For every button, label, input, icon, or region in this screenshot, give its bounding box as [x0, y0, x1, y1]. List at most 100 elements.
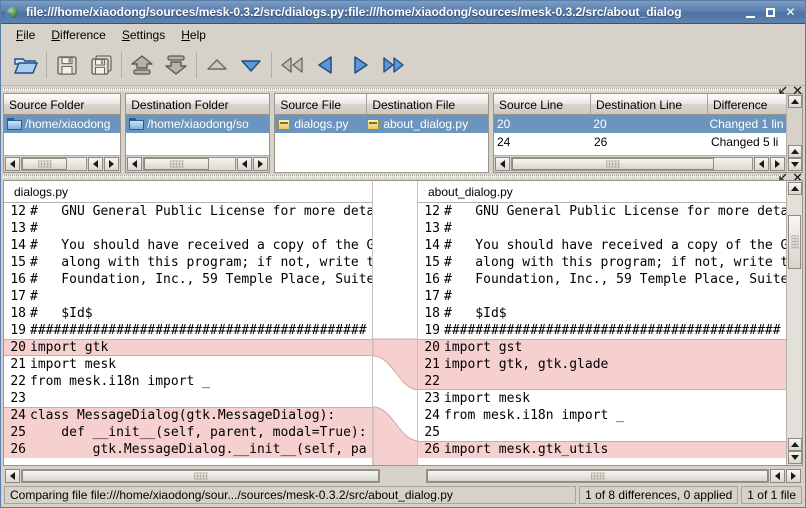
scroll-left-button[interactable]: [127, 157, 143, 171]
scroll-up-button-2[interactable]: [787, 438, 802, 451]
previous-difference-button[interactable]: [309, 48, 343, 82]
table-row[interactable]: dialogs.py about_dialog.py: [275, 115, 488, 133]
first-difference-button[interactable]: [275, 48, 309, 82]
scroll-left-button-2[interactable]: [754, 157, 770, 171]
scroll-right-button[interactable]: [770, 157, 786, 171]
close-icon[interactable]: ✕: [792, 85, 803, 98]
status-differences: 1 of 8 differences, 0 applied: [579, 486, 739, 504]
diff-panel-grip[interactable]: ✕: [1, 172, 805, 185]
scroll-up-button-2[interactable]: [787, 145, 802, 158]
lists-panel-grip[interactable]: ✕: [1, 85, 805, 98]
scroll-up-button[interactable]: [787, 182, 802, 195]
menu-bar: File Difference Settings Help: [1, 24, 805, 45]
column-header-destination-line[interactable]: Destination Line: [591, 94, 708, 114]
line-text: from mesk.i18n import _: [444, 408, 625, 423]
code-line: 14 # You should have received a copy of t…: [418, 237, 786, 254]
detach-icon[interactable]: [777, 85, 789, 97]
list-item[interactable]: /home/xiaodong: [4, 115, 121, 133]
line-number: 23: [424, 391, 440, 406]
menu-help[interactable]: Help: [174, 26, 215, 44]
status-message: Comparing file file:///home/xiaodong/sou…: [4, 486, 577, 504]
scroll-thumb[interactable]: [511, 158, 715, 170]
column-header-difference[interactable]: Difference: [708, 94, 786, 114]
last-difference-button[interactable]: [377, 48, 411, 82]
scroll-thumb[interactable]: [427, 470, 768, 482]
column-header-source-folder[interactable]: Source Folder: [4, 94, 120, 114]
menu-difference[interactable]: Difference: [44, 26, 114, 44]
scroll-right-button[interactable]: [253, 157, 269, 171]
maximize-button[interactable]: [763, 5, 778, 20]
destination-file-name: about_dialog.py: [383, 117, 469, 131]
menu-settings-label: ettings: [129, 27, 166, 42]
next-file-button[interactable]: [234, 48, 268, 82]
scroll-left-button[interactable]: [5, 469, 20, 483]
source-code-view[interactable]: 12 # GNU General Public License for more …: [4, 203, 372, 465]
scroll-right-button[interactable]: [104, 157, 120, 171]
column-header-destination-folder[interactable]: Destination Folder: [126, 94, 269, 114]
menu-settings[interactable]: Settings: [115, 26, 174, 44]
destination-folder-hscrollbar[interactable]: [126, 155, 270, 172]
line-number: 13: [424, 221, 440, 236]
scroll-thumb[interactable]: [22, 470, 379, 482]
scroll-left-button-2[interactable]: [88, 157, 104, 171]
save-button[interactable]: [50, 48, 84, 82]
differences-hscrollbar[interactable]: [493, 155, 787, 172]
line-text: def __init__(self, parent, modal=True):: [30, 425, 367, 440]
menu-file[interactable]: File: [9, 26, 44, 44]
destination-code-hscrollbar[interactable]: [426, 468, 801, 484]
scroll-track[interactable]: [426, 469, 769, 483]
code-line: 16 # Foundation, Inc., 59 Temple Place, S…: [418, 271, 786, 288]
scroll-track[interactable]: [510, 157, 754, 171]
differences-vscrollbar[interactable]: [786, 94, 803, 172]
save-as-icon: [90, 55, 112, 75]
differences-body: 20 20 Changed 1 lin 24 26 Changed 5 li: [493, 115, 787, 155]
scroll-track[interactable]: [21, 157, 88, 171]
files-body: dialogs.py about_dialog.py: [275, 115, 488, 172]
destination-folder-path: /home/xiaodong/so: [147, 117, 249, 131]
code-line: 17 #: [418, 288, 786, 305]
scroll-left-button-2[interactable]: [770, 469, 785, 483]
destination-folder-list: Destination Folder /home/xiaodong/so: [125, 93, 271, 173]
scroll-down-button[interactable]: [787, 451, 802, 464]
line-text: # $Id$: [444, 306, 507, 321]
apply-up-button[interactable]: [125, 48, 159, 82]
apply-down-button[interactable]: [159, 48, 193, 82]
list-item[interactable]: /home/xiaodong/so: [126, 115, 270, 133]
code-hscrollbars: [3, 466, 803, 485]
files-header-row: Source File Destination File: [275, 94, 488, 115]
scroll-left-button[interactable]: [5, 157, 20, 171]
code-line-diff: 21 import gtk, gtk.glade: [418, 356, 786, 373]
scroll-left-button[interactable]: [494, 157, 510, 171]
scroll-track[interactable]: [21, 469, 380, 483]
scroll-thumb[interactable]: [144, 158, 210, 170]
scroll-right-button[interactable]: [786, 469, 801, 483]
close-button[interactable]: ✕: [783, 5, 798, 20]
previous-file-button[interactable]: [200, 48, 234, 82]
scroll-track[interactable]: [143, 157, 237, 171]
next-difference-button[interactable]: [343, 48, 377, 82]
status-files: 1 of 1 file: [741, 486, 802, 504]
save-as-button[interactable]: [84, 48, 118, 82]
scroll-down-button[interactable]: [787, 158, 802, 171]
table-row[interactable]: 24 26 Changed 5 li: [494, 133, 786, 151]
column-header-destination-file[interactable]: Destination File: [367, 94, 488, 114]
column-header-source-file[interactable]: Source File: [275, 94, 368, 114]
apply-up-icon: [131, 55, 153, 75]
table-row[interactable]: 20 20 Changed 1 lin: [493, 115, 787, 133]
source-code-hscrollbar[interactable]: [5, 468, 380, 484]
minimize-button[interactable]: [743, 5, 758, 20]
open-button[interactable]: [9, 48, 43, 82]
line-text: from mesk.i18n import _: [30, 374, 211, 389]
code-vscrollbar[interactable]: [786, 181, 802, 465]
menu-help-mnemonic: H: [181, 27, 190, 42]
toolbar-separator-1: [46, 52, 47, 78]
previous-file-icon: [207, 59, 227, 70]
column-header-source-line[interactable]: Source Line: [494, 94, 591, 114]
scroll-thumb[interactable]: [788, 215, 801, 269]
scroll-left-button-2[interactable]: [237, 157, 253, 171]
line-number: 12: [10, 204, 26, 219]
line-text: import gst: [444, 340, 523, 355]
scroll-thumb[interactable]: [22, 158, 67, 170]
destination-code-view[interactable]: 12 # GNU General Public License for more …: [418, 203, 786, 465]
source-folder-hscrollbar[interactable]: [4, 155, 121, 172]
